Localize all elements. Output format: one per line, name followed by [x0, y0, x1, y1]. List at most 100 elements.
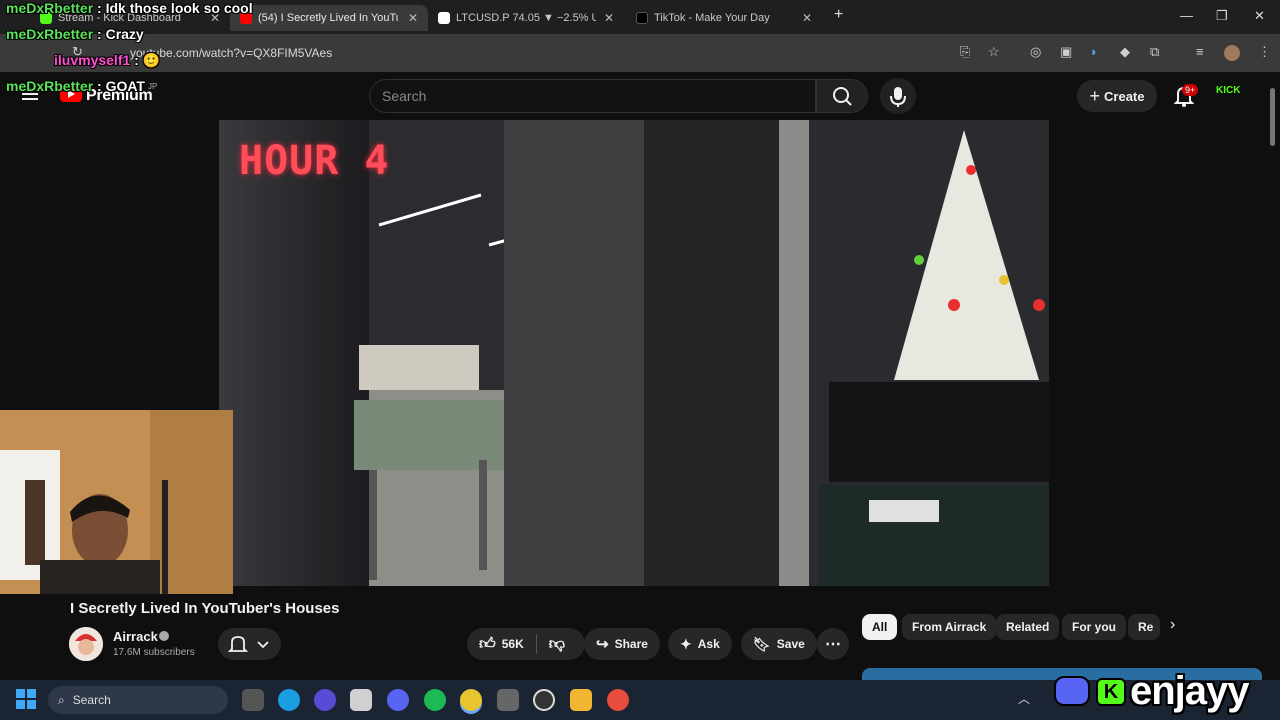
search-button[interactable] [816, 79, 868, 113]
streamer-brand-name: enjayy [1130, 669, 1250, 713]
close-tab-icon[interactable]: ✕ [604, 11, 614, 25]
restore-icon[interactable]: ❐ [1216, 8, 1228, 24]
share-label: Share [614, 637, 648, 651]
verified-icon [159, 631, 169, 641]
discord-icon[interactable] [387, 689, 409, 711]
chat-text: : 🙂 [130, 52, 161, 68]
browser-menu-icon[interactable]: ⋮ [1258, 44, 1271, 60]
chat-message: meDxRbetter : Crazy [6, 26, 144, 42]
tradingview-favicon-icon [438, 12, 450, 24]
share-button[interactable]: ↪ Share [584, 628, 660, 660]
app-v-icon[interactable] [314, 689, 336, 711]
calculator-icon[interactable] [497, 689, 519, 711]
chat-message: meDxRbetter : Idk those look so cool [6, 0, 253, 16]
close-tab-icon[interactable]: ✕ [802, 11, 812, 25]
like-count: 56K [501, 637, 524, 651]
kick-account-logo[interactable]: KICK [1216, 86, 1240, 96]
extension-glasses-icon[interactable]: ◎ [1030, 44, 1041, 60]
chat-text: : Crazy [93, 26, 144, 42]
notification-badge: 9+ [1182, 84, 1199, 96]
thumbs-up-icon[interactable]: 👍︎ [479, 635, 496, 654]
close-window-icon[interactable]: ✕ [1254, 8, 1265, 24]
channel-avatar[interactable] [69, 627, 103, 661]
tab-title: (54) I Secretly Lived In YouTube [258, 12, 398, 24]
search-input[interactable] [369, 79, 816, 113]
search-placeholder: Search [382, 88, 427, 104]
video-overlay-hour-text: HOUR 4 [239, 138, 390, 184]
video-player[interactable] [219, 120, 1049, 586]
tiktok-favicon-icon [636, 12, 648, 24]
reading-list-icon[interactable]: ≡ [1196, 44, 1204, 59]
windows-start-icon[interactable] [16, 689, 36, 709]
spotify-icon[interactable] [424, 689, 446, 711]
create-button[interactable]: + Create [1077, 80, 1157, 112]
chrome-icon[interactable] [460, 689, 482, 711]
tab-tiktok[interactable]: TikTok - Make Your Day ✕ [626, 5, 822, 31]
extension-audio-icon[interactable]: ◗ [1090, 44, 1098, 59]
task-view-icon[interactable] [242, 689, 264, 711]
bell-dropdown-icon [227, 636, 269, 652]
chrome-profile-icon[interactable] [607, 689, 629, 711]
install-app-icon[interactable]: ⎘ [960, 44, 970, 60]
more-horizontal-icon: ⋯ [825, 636, 841, 653]
new-tab-button[interactable]: + [834, 6, 843, 24]
ask-label: Ask [697, 637, 720, 651]
tab-youtube[interactable]: (54) I Secretly Lived In YouTube ✕ [230, 5, 428, 31]
tray-chevron-up-icon[interactable]: ︿ [1018, 690, 1030, 707]
kick-brand-icon: K [1096, 678, 1126, 706]
url-field[interactable]: youtube.com/watch?v=QX8FIM5VAes [130, 46, 332, 60]
extension-diamond-icon[interactable]: ◆ [1120, 44, 1130, 60]
close-tab-icon[interactable]: ✕ [408, 11, 418, 25]
share-icon: ↪ [596, 636, 609, 653]
taskbar-search-label: Search [72, 693, 111, 707]
taskbar-search[interactable]: ⌕ Search [48, 686, 228, 714]
obs-icon[interactable] [533, 689, 555, 711]
microphone-icon [890, 87, 906, 107]
plus-icon: + [1089, 85, 1101, 106]
search-icon [833, 87, 852, 106]
bookmark-icon: 🔖︎ [753, 635, 771, 652]
create-label: Create [1104, 88, 1145, 104]
edge-icon[interactable] [278, 689, 300, 711]
chat-username: iluvmyself1 [54, 52, 131, 68]
subscriber-count: 17.6M subscribers [113, 647, 195, 658]
ask-button[interactable]: ✦ Ask [668, 628, 732, 660]
file-explorer-icon[interactable] [570, 689, 592, 711]
save-label: Save [776, 637, 805, 651]
chat-username: meDxRbetter [6, 78, 94, 94]
tab-tradingview[interactable]: LTCUSD.P 74.05 ▼ −2.5% Unna ✕ [428, 5, 624, 31]
chip-recently-uploaded[interactable]: Re [1128, 614, 1160, 640]
chip-related[interactable]: Related [996, 614, 1060, 640]
search-icon: ⌕ [58, 692, 65, 707]
chip-for-you[interactable]: For you [1062, 614, 1126, 640]
extension-image-icon[interactable]: ▣ [1060, 44, 1072, 60]
voice-search-button[interactable] [880, 78, 916, 114]
page-scrollbar[interactable] [1270, 88, 1275, 146]
chat-username: meDxRbetter [6, 26, 94, 42]
save-button[interactable]: 🔖︎ Save [741, 628, 817, 660]
chat-text: : Idk those look so cool [93, 0, 253, 16]
channel-avatar-image [69, 627, 103, 661]
chat-message: iluvmyself1 : 🙂 [54, 52, 160, 69]
bookmark-star-icon[interactable]: ☆ [988, 44, 1000, 60]
minimize-icon[interactable]: — [1180, 8, 1193, 23]
more-actions-button[interactable]: ⋯ [817, 628, 849, 660]
snipping-tool-icon[interactable] [350, 689, 372, 711]
profile-avatar-icon[interactable] [1224, 45, 1240, 61]
subscription-bell-button[interactable] [218, 628, 281, 660]
tab-title: TikTok - Make Your Day [654, 12, 770, 24]
extensions-puzzle-icon[interactable]: ⧉ [1150, 44, 1159, 60]
tab-title: LTCUSD.P 74.05 ▼ −2.5% Unna [456, 12, 596, 24]
chevron-right-icon[interactable]: › [1170, 616, 1175, 634]
region-label: JP [148, 82, 158, 91]
screen: Stream - Kick Dashboard ✕ (54) I Secretl… [0, 0, 1280, 720]
chip-all[interactable]: All [862, 614, 898, 640]
video-title: I Secretly Lived In YouTuber's Houses [70, 600, 340, 617]
channel-name[interactable]: Airrack [113, 629, 158, 644]
chip-from-channel[interactable]: From Airrack [902, 614, 997, 640]
streamer-webcam [0, 410, 233, 594]
thumbs-down-icon[interactable]: 👎︎ [549, 635, 565, 654]
video-frame-scene [219, 120, 1049, 586]
like-dislike-group[interactable]: 👍︎ 56K 👎︎ [467, 628, 585, 660]
webcam-scene [0, 410, 233, 594]
